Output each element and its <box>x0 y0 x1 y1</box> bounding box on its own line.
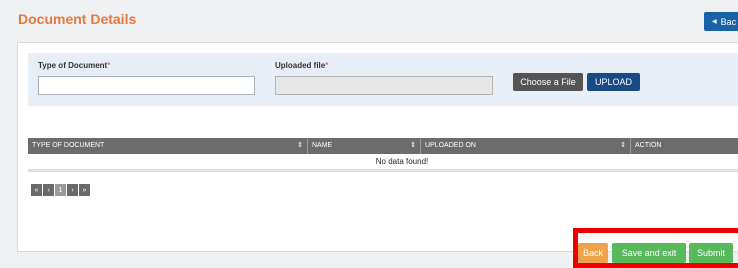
column-label: ACTION <box>635 142 662 149</box>
table-header: TYPE OF DOCUMENT ⇕ NAME ⇕ UPLOADED ON ⇕ ACT… <box>28 138 738 154</box>
column-header-action: ACTION <box>631 138 738 154</box>
uploaded-file-label-text: Uploaded file <box>275 61 326 70</box>
prev-page-button[interactable]: ‹ <box>43 184 54 196</box>
upload-button[interactable]: UPLOAD <box>587 73 640 91</box>
table-divider <box>28 170 738 172</box>
column-label: NAME <box>312 142 333 149</box>
last-page-button[interactable]: » <box>79 184 90 196</box>
column-label: TYPE OF DOCUMENT <box>32 142 105 149</box>
caret-left-icon: ◀ <box>712 19 717 25</box>
type-of-document-label-text: Type of Document <box>38 61 108 70</box>
uploaded-file-label: Uploaded file* <box>275 61 328 70</box>
column-header-uploaded-on[interactable]: UPLOADED ON ⇕ <box>421 138 631 154</box>
uploaded-file-input[interactable] <box>275 76 493 95</box>
page-1-button[interactable]: 1 <box>55 184 66 196</box>
back-top-button[interactable]: ◀ Bac <box>704 12 738 31</box>
sort-icon[interactable]: ⇕ <box>297 138 303 154</box>
type-of-document-label: Type of Document* <box>38 61 110 70</box>
highlight-box <box>573 228 738 268</box>
column-header-name[interactable]: NAME ⇕ <box>308 138 421 154</box>
type-of-document-input[interactable] <box>38 76 255 95</box>
required-mark: * <box>325 61 329 70</box>
empty-message: No data found! <box>375 157 429 166</box>
pagination: « ‹ 1 › » <box>31 184 90 196</box>
page-title: Document Details <box>18 11 137 27</box>
first-page-button[interactable]: « <box>31 184 42 196</box>
sort-icon[interactable]: ⇕ <box>410 138 416 154</box>
sort-icon[interactable]: ⇕ <box>620 138 626 154</box>
column-label: UPLOADED ON <box>425 142 476 149</box>
next-page-button[interactable]: › <box>67 184 78 196</box>
choose-file-button[interactable]: Choose a File <box>513 73 583 91</box>
table-empty-row: No data found! <box>28 155 738 170</box>
column-header-type[interactable]: TYPE OF DOCUMENT ⇕ <box>28 138 308 154</box>
back-top-label: Bac <box>720 16 737 27</box>
required-mark: * <box>107 61 111 70</box>
